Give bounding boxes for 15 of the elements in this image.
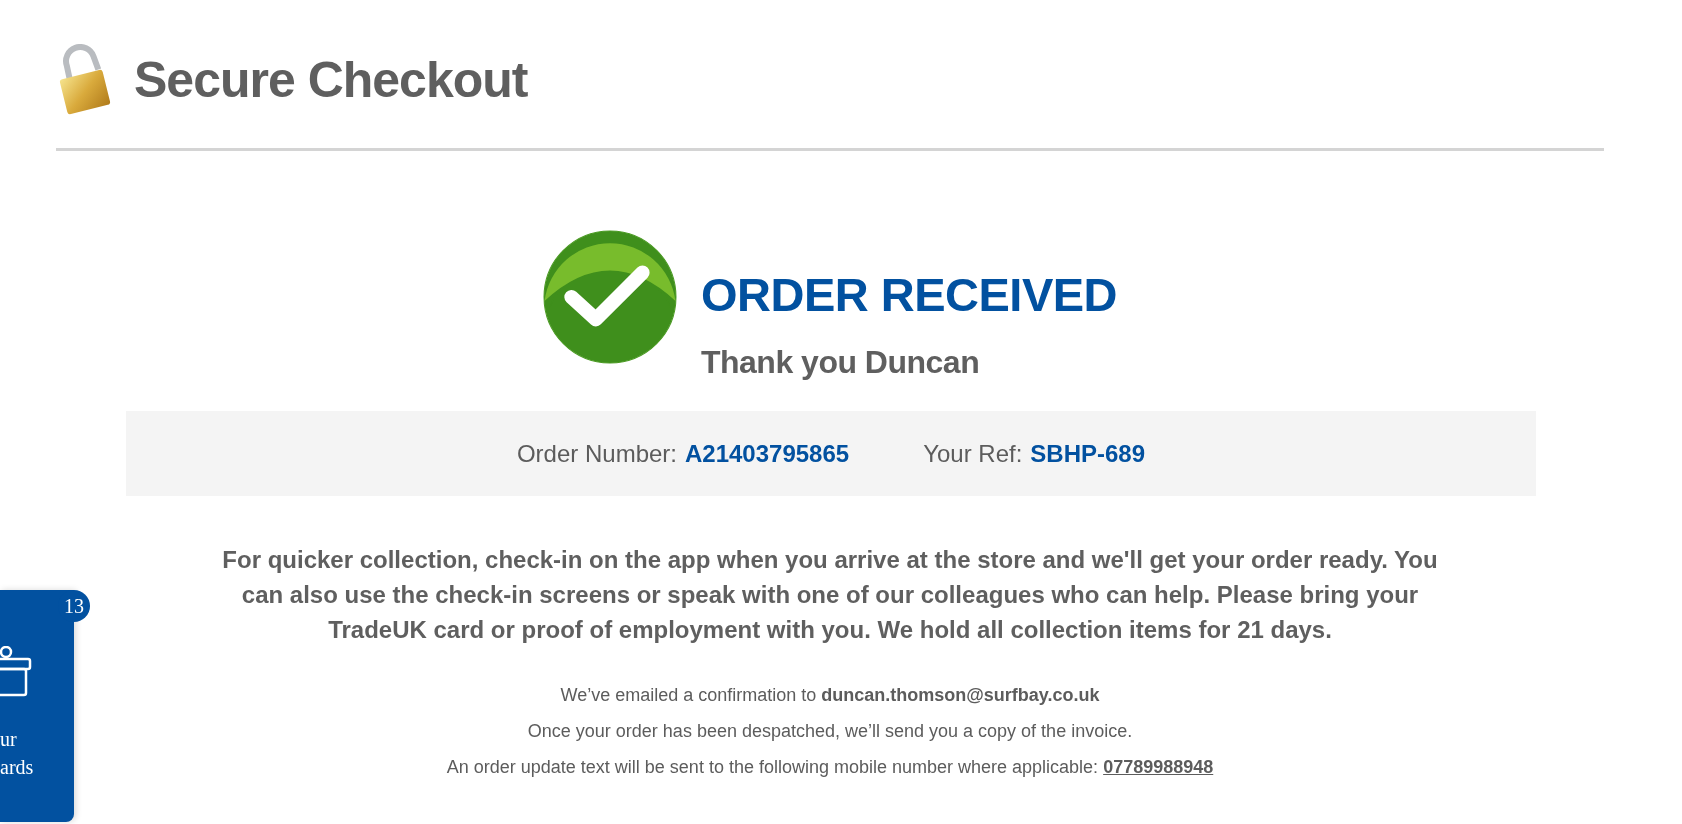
info-value: SBHP-689 xyxy=(1030,439,1146,468)
notice-text: Once your order has been despatched, we’ll send you a copy of the invoice. xyxy=(527,720,1133,743)
info-value: A21403795865 xyxy=(685,439,850,468)
rewards-label: ur ards xyxy=(0,727,34,780)
order-heading: ORDER RECEIVED xyxy=(700,267,1118,322)
info-label: Your Ref: xyxy=(923,439,1023,468)
notice-text: We’ve emailed a confirmation to duncan.thomson@surfbay.co.uk xyxy=(560,684,1100,707)
notice-text: An order update text will be sent to the following mobile number where applicable: xyxy=(446,757,1100,777)
phone-link[interactable]: 07789988948 xyxy=(1103,757,1214,777)
gift-icon xyxy=(0,646,32,698)
checkmark-icon xyxy=(542,230,677,364)
collection-message: For quicker collection, check-in on the app when you arrive at the store and we'll get your order ready. You can also use the check-in screens or speak with one of our colleagues who can help. Please bring your TradeUK card or proof of employment with you. We hold all collection items for 21 days. xyxy=(221,545,1439,645)
page-title: Secure Checkout xyxy=(134,51,528,109)
greeting-text: Thank you Duncan xyxy=(700,344,981,381)
info-label: Order Number: xyxy=(516,439,677,468)
